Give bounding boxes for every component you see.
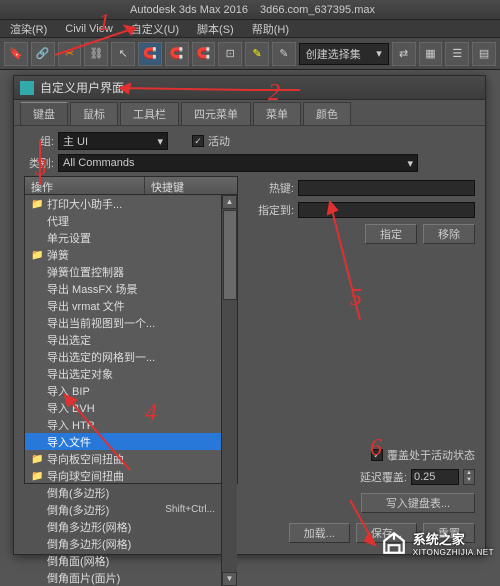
list-item[interactable]: 弹簧位置控制器 [25,263,221,280]
list-header: 操作 快捷键 [25,177,237,195]
layers-icon[interactable]: ▤ [472,42,496,66]
active-checkbox[interactable]: ✓ [192,135,204,147]
list-item[interactable]: 导出 vrmat 文件 [25,297,221,314]
dialog-bottom-buttons: 加载... 保存... 重置 [24,523,475,543]
app-title: Autodesk 3ds Max 2016 [130,4,248,16]
list-item[interactable]: 导向球空间扭曲 [25,467,221,484]
reset-button[interactable]: 重置 [423,523,475,543]
magnet3-icon[interactable]: 🧲 [192,42,216,66]
menu-customize[interactable]: 自定义(U) [123,21,187,37]
delay-label: 延迟覆盖: [360,469,407,485]
write-keyboard-button[interactable]: 写入键盘表... [361,493,475,513]
col-action[interactable]: 操作 [25,177,145,194]
override-panel: ✓ 覆盖处于活动状态 延迟覆盖: ▲▼ 写入键盘表... [265,447,475,513]
tab-mouse[interactable]: 鼠标 [70,102,118,126]
delay-spinner[interactable]: ▲▼ [463,469,475,485]
tab-quadmenu[interactable]: 四元菜单 [181,102,251,126]
dialog-tabs: 键盘 鼠标 工具栏 四元菜单 菜单 颜色 [14,102,485,126]
list-item[interactable]: 导入文件 [25,433,221,450]
list-item[interactable]: 代理 [25,212,221,229]
hotkey-input[interactable] [298,180,475,196]
dialog-title: 自定义用户界面 [40,79,124,96]
list-item[interactable]: 打印大小助手... [25,195,221,212]
tab-toolbar[interactable]: 工具栏 [120,102,179,126]
bookmark-icon[interactable]: 🔖 [4,42,28,66]
bind-icon[interactable]: ⛓ [84,42,108,66]
link-icon[interactable]: 🔗 [31,42,55,66]
remove-button[interactable]: 移除 [423,224,475,244]
list-item[interactable]: 导入 BIP [25,382,221,399]
dialog-content: 组: 主 UI▾ ✓ 活动 类别: All Commands▾ 操作 快捷键 打… [14,125,485,551]
list-item[interactable]: 倒角面片(面片) [25,569,221,586]
chevron-down-icon: ▾ [376,47,382,60]
selection-set-combo[interactable]: 创建选择集▾ [299,43,389,65]
list-item[interactable]: 导入 HTR [25,416,221,433]
unlink-icon[interactable]: ✂ [58,42,82,66]
list-item[interactable]: 导出选定 [25,331,221,348]
chevron-down-icon: ▾ [157,135,163,148]
list-item[interactable]: 导入 BVH [25,399,221,416]
tab-color[interactable]: 颜色 [303,102,351,126]
list-item[interactable]: 单元设置 [25,229,221,246]
list-item[interactable]: 倒角(多边形)Shift+Ctrl... [25,501,221,518]
tab-menu[interactable]: 菜单 [253,102,301,126]
list-item[interactable]: 导向板空间扭曲 [25,450,221,467]
list-item[interactable]: 导出 MassFX 场景 [25,280,221,297]
list-item[interactable]: 导出当前视图到一个... [25,314,221,331]
selbrush-icon[interactable]: ✎ [245,42,269,66]
mirror-icon[interactable]: ⇄ [392,42,416,66]
category-label: 类别: [24,155,54,171]
list-item[interactable]: 导出选定对象 [25,365,221,382]
magnet2-icon[interactable]: 🧲 [165,42,189,66]
customize-ui-dialog: 自定义用户界面 键盘 鼠标 工具栏 四元菜单 菜单 颜色 组: 主 UI▾ ✓ … [13,75,486,555]
menu-civilview[interactable]: Civil View [57,23,120,35]
scroll-down-icon[interactable]: ▼ [222,572,237,586]
tab-keyboard[interactable]: 键盘 [20,102,68,126]
main-toolbar: 🔖 🔗 ✂ ⛓ ↖ 🧲 🧲 🧲 ⊡ ✎ ✎ 创建选择集▾ ⇄ ▦ ☰ ▤ [0,38,500,70]
save-button[interactable]: 保存... [356,523,417,543]
active-label: 活动 [208,133,230,149]
list-item[interactable]: 倒角面(网格) [25,552,221,569]
delay-input[interactable] [411,469,459,485]
menu-help[interactable]: 帮助(H) [244,21,297,37]
scroll-thumb[interactable] [223,210,237,300]
menu-script[interactable]: 脚本(S) [189,21,242,37]
assignto-label: 指定到: [248,202,294,218]
assignto-input[interactable] [298,202,475,218]
col-shortcut[interactable]: 快捷键 [145,177,190,194]
main-menubar: 渲染(R) Civil View 自定义(U) 脚本(S) 帮助(H) [0,20,500,38]
selbrush2-icon[interactable]: ✎ [272,42,296,66]
hotkey-label: 热键: [248,180,294,196]
override-checkbox[interactable]: ✓ [371,449,383,461]
chevron-down-icon: ▾ [407,157,413,170]
group-combo[interactable]: 主 UI▾ [58,132,168,150]
load-button[interactable]: 加载... [289,523,350,543]
group-label: 组: [24,133,54,149]
override-label: 覆盖处于活动状态 [387,447,475,463]
list-item[interactable]: 导出选定的网格到一... [25,348,221,365]
magnet-icon[interactable]: 🧲 [138,42,162,66]
snap-icon[interactable]: ⊡ [218,42,242,66]
align-icon[interactable]: ▦ [419,42,443,66]
category-combo[interactable]: All Commands▾ [58,154,418,172]
scroll-up-icon[interactable]: ▲ [222,195,237,209]
cursor-icon[interactable]: ↖ [111,42,135,66]
dialog-titlebar[interactable]: 自定义用户界面 [14,76,485,100]
app-filename: 3d66.com_637395.max [260,4,375,16]
layer-icon[interactable]: ☰ [445,42,469,66]
hotkey-panel: 热键: 指定到: 指定 移除 [248,176,475,484]
list-item[interactable]: 倒角(多边形) [25,484,221,501]
action-list[interactable]: 操作 快捷键 打印大小助手...代理单元设置弹簧弹簧位置控制器导出 MassFX… [24,176,238,484]
app-titlebar: Autodesk 3ds Max 2016 3d66.com_637395.ma… [0,0,500,20]
list-item[interactable]: 弹簧 [25,246,221,263]
menu-render[interactable]: 渲染(R) [2,21,55,37]
app-icon [20,81,34,95]
assign-button[interactable]: 指定 [365,224,417,244]
